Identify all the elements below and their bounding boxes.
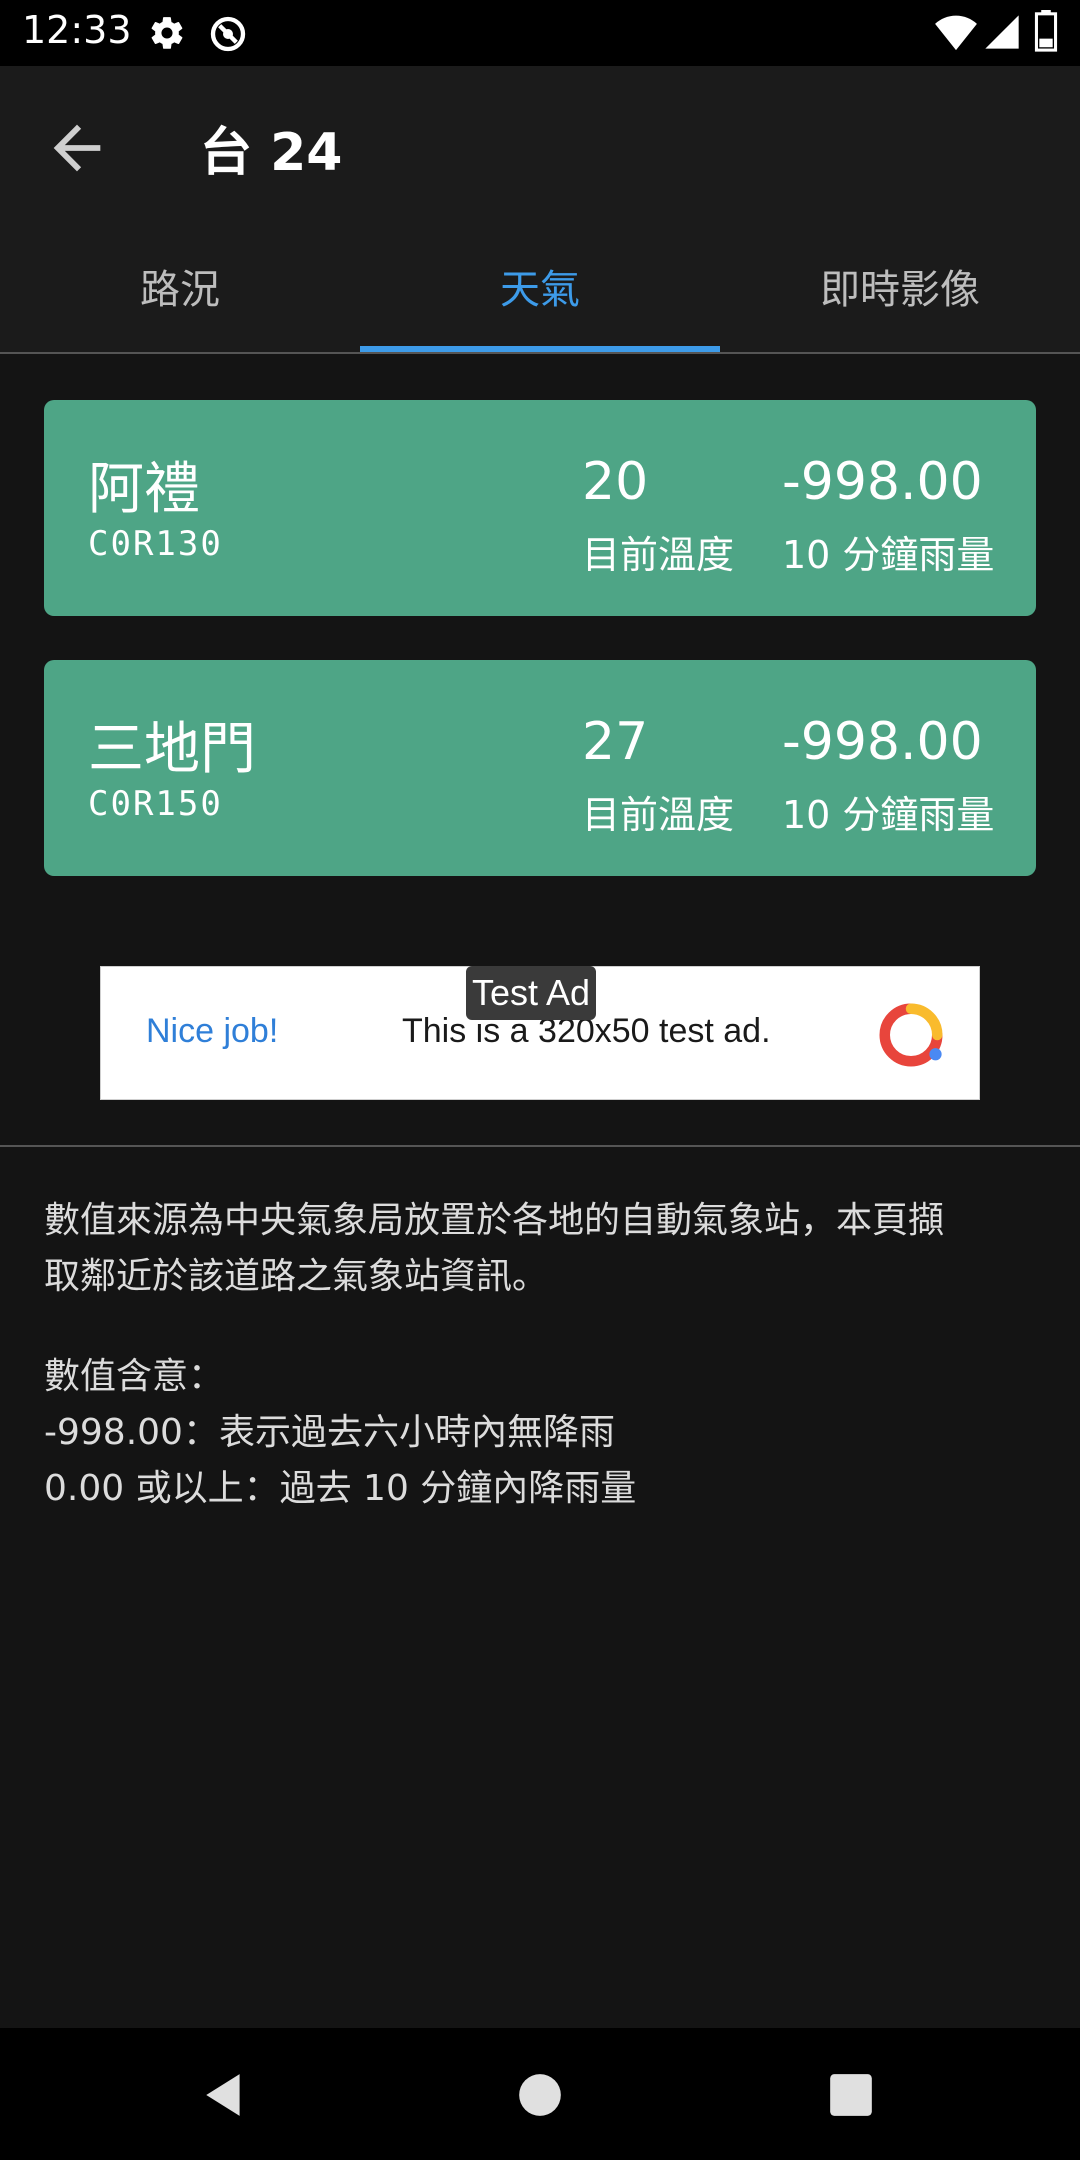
rainfall-label: 10 分鐘雨量 (782, 793, 995, 837)
value-meaning: 數值含意： -998.00：表示過去六小時內無降雨 0.00 或以上：過去 10… (44, 1349, 1044, 1517)
station-id: C0R130 (88, 524, 223, 564)
station-name: 阿禮 (88, 457, 200, 522)
station-id: C0R150 (88, 784, 223, 824)
back-triangle-icon[interactable] (200, 2070, 250, 2120)
wifi-icon (935, 15, 977, 51)
ad-nice-text[interactable]: Nice job! (146, 1012, 278, 1051)
temperature-label: 目前溫度 (582, 793, 735, 837)
status-time: 12:33 (22, 8, 132, 52)
status-bar: 12:33 (0, 0, 1080, 66)
app-bar: 台 24 (0, 66, 1080, 220)
arrow-back-icon[interactable] (42, 113, 112, 183)
page-title: 台 24 (200, 123, 343, 183)
tab-indicator (360, 346, 720, 352)
rainfall-value: -998.00 (782, 712, 983, 772)
source-description: 數值來源為中央氣象局放置於各地的自動氣象站，本頁擷 取鄰近於該道路之氣象站資訊。 (44, 1193, 1044, 1305)
temperature-label: 目前溫度 (582, 533, 735, 577)
station-card: 三地門 C0R150 27 目前溫度 -998.00 10 分鐘雨量 (44, 660, 1036, 876)
tab-weather[interactable]: 天氣 (360, 220, 720, 352)
temperature-value: 20 (582, 452, 649, 512)
meaning-item: -998.00：表示過去六小時內無降雨 (44, 1412, 615, 1453)
vpn-icon (210, 16, 246, 52)
signal-icon (985, 15, 1019, 49)
source-line: 取鄰近於該道路之氣象站資訊。 (44, 1256, 549, 1297)
tab-road-conditions[interactable]: 路況 (0, 220, 360, 352)
battery-icon (1034, 10, 1058, 52)
meaning-item: 0.00 或以上：過去 10 分鐘內降雨量 (44, 1468, 637, 1509)
divider (0, 1145, 1080, 1147)
rainfall-label: 10 分鐘雨量 (782, 533, 995, 577)
navigation-bar (0, 2028, 1080, 2160)
source-line: 數值來源為中央氣象局放置於各地的自動氣象站，本頁擷 (44, 1200, 945, 1241)
test-ad-badge: Test Ad (466, 966, 597, 1020)
admob-logo-icon (879, 1003, 943, 1067)
station-card: 阿禮 C0R130 20 目前溫度 -998.00 10 分鐘雨量 (44, 400, 1036, 616)
recents-square-icon[interactable] (826, 2070, 876, 2120)
station-name: 三地門 (88, 717, 256, 782)
temperature-value: 27 (582, 712, 649, 772)
rainfall-value: -998.00 (782, 452, 983, 512)
tab-bar: 路況 天氣 即時影像 (0, 220, 1080, 354)
tab-live-camera[interactable]: 即時影像 (720, 220, 1080, 352)
meaning-title: 數值含意： (44, 1356, 225, 1397)
home-circle-icon[interactable] (515, 2070, 565, 2120)
gear-icon (151, 17, 183, 49)
